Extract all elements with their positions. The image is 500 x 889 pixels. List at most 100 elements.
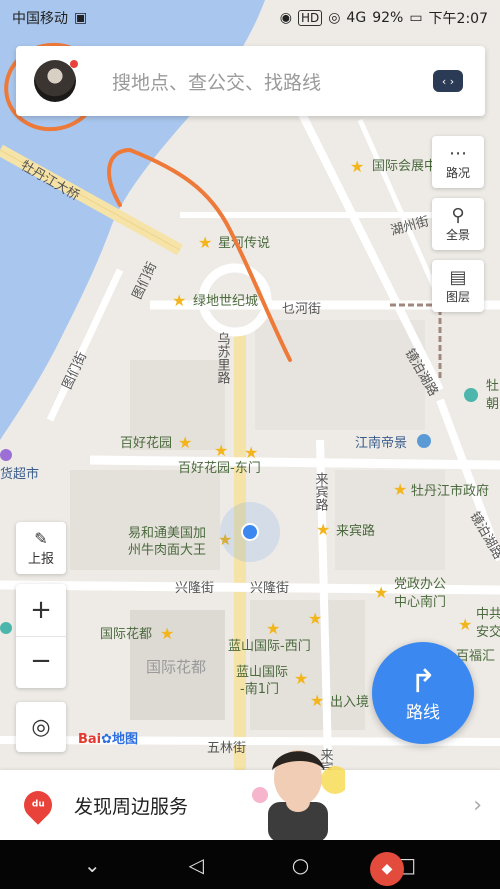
layers-button[interactable]: ▤ 图层 [432, 260, 484, 312]
route-button[interactable]: ↱ 路线 [372, 642, 474, 744]
svg-text:★: ★ [172, 291, 186, 310]
poi-label[interactable]: 蓝山国际 [236, 665, 288, 680]
poi-label[interactable]: 国际花都 [100, 626, 152, 642]
svg-text:★: ★ [458, 615, 472, 634]
banner-person-image [252, 750, 345, 840]
nav-back-icon[interactable]: ◁ [189, 853, 204, 877]
poi-label[interactable]: 江南帝景 [355, 435, 407, 451]
report-button[interactable]: ✎ 上报 [16, 522, 66, 574]
report-tool: ✎ 上报 [16, 522, 66, 574]
poi-label[interactable]: 蓝山国际-西门 [228, 639, 311, 654]
banner-text: 发现周边服务 [74, 795, 189, 818]
layers-icon: ▤ [449, 266, 467, 288]
poi-icon [0, 622, 12, 634]
notification-dot [70, 60, 78, 68]
du-badge: du [31, 800, 45, 811]
battery-percent: 92% [372, 10, 404, 26]
nav-down-icon[interactable]: ⌄ [84, 853, 101, 877]
poi-label[interactable]: 党政办公 [394, 577, 446, 592]
zoom-out-button[interactable]: − [16, 636, 66, 688]
road-label: 乌苏里路 [215, 331, 231, 384]
poi-label[interactable]: 货超市 [0, 466, 39, 482]
du-pin-icon: du [18, 785, 58, 825]
poi-label[interactable]: 易和通美国加 [128, 526, 206, 541]
poi-label[interactable]: 百好花园-东门 [178, 460, 261, 476]
locate-icon: ◎ [31, 714, 51, 740]
carrier-label: 中国移动 [12, 11, 68, 27]
poi-label[interactable]: 国际会展中 [372, 159, 437, 174]
baidu-map-logo: Bai✿地图 [78, 728, 138, 747]
road-label: 镜泊湖路 [467, 509, 500, 562]
poi-label[interactable]: 百好花园 [120, 435, 172, 451]
svg-text:★: ★ [310, 691, 324, 710]
poi-label[interactable]: 安交 [476, 624, 500, 640]
locate-tool: ◎ [16, 702, 66, 752]
svg-text:★: ★ [308, 609, 322, 628]
road-label: 乜河街 [282, 302, 321, 317]
status-bar: 中国移动 ▣ ◉ HD ◎ 4G 92% ▭ 下午2:07 [0, 0, 500, 36]
search-bar[interactable]: 搜地点、查公交、找路线 ‹ › [16, 46, 485, 116]
poi-label[interactable]: 朝 [486, 397, 499, 412]
traffic-label: 路况 [445, 165, 470, 180]
svg-text:★: ★ [160, 624, 174, 643]
svg-text:★: ★ [244, 443, 258, 462]
road-label: 五林街 [207, 741, 246, 756]
signal-label: 4G [346, 10, 367, 26]
locate-button[interactable]: ◎ [16, 702, 66, 752]
traffic-icon: ⋯ [449, 142, 467, 164]
layers-label: 图层 [445, 289, 470, 304]
area-label: 国际花都 [146, 658, 206, 676]
svg-text:★: ★ [316, 520, 330, 539]
paw-icon: ✿ [101, 732, 113, 747]
watermark-icon: ◆ [370, 852, 404, 886]
turn-arrow-icon: ↱ [409, 661, 437, 700]
panorama-button[interactable]: ⚲ 全景 [432, 198, 484, 250]
panorama-label: 全景 [445, 227, 470, 242]
svg-text:★: ★ [294, 669, 308, 688]
edit-icon: ✎ [34, 529, 48, 548]
notification-icon: ▣ [74, 10, 88, 26]
chevron-right-icon[interactable]: › [473, 793, 482, 818]
svg-text:★: ★ [266, 619, 280, 638]
poi-label[interactable]: -南1门 [240, 681, 279, 697]
search-input[interactable]: 搜地点、查公交、找路线 [112, 68, 433, 95]
watermark-logo: ◆ [370, 852, 404, 886]
my-location-marker [241, 523, 259, 541]
poi-label[interactable]: 州牛肉面大王 [128, 543, 206, 558]
nearby-services-banner[interactable]: du 发现周边服务 › [0, 750, 500, 840]
building-icon [417, 434, 431, 448]
poi-label[interactable]: 中共 [476, 607, 500, 622]
svg-text:★: ★ [393, 480, 407, 499]
location-status-icon: ◉ [279, 10, 292, 26]
road-label: 图们街 [60, 350, 90, 392]
zoom-in-button[interactable]: + [30, 584, 52, 636]
poi-label[interactable]: 中心南门 [394, 594, 446, 610]
baidu-brand: Bai [78, 732, 102, 747]
svg-text:★: ★ [214, 441, 228, 460]
road-label: 兴隆街 [250, 581, 289, 596]
baidu-suffix: 地图 [112, 732, 139, 747]
system-nav-bar: ⌄ ◁ ○ □ [0, 840, 500, 889]
poi-label[interactable]: 牡丹江市政府 [411, 483, 489, 499]
battery-icon: ▭ [409, 10, 423, 26]
traffic-button[interactable]: ⋯ 路况 [432, 136, 484, 188]
poi-label[interactable]: 出入境 [330, 695, 369, 710]
route-label: 路线 [406, 702, 440, 723]
eye-icon: ◎ [328, 10, 341, 26]
park-icon [464, 388, 478, 402]
avatar[interactable] [34, 60, 78, 102]
svg-text:★: ★ [374, 583, 388, 602]
poi-label[interactable]: 星河传说 [218, 236, 270, 251]
voice-assistant-icon[interactable]: ‹ › [433, 70, 463, 92]
zoom-controls: + − [16, 584, 66, 688]
road-label: 图们街 [130, 260, 160, 302]
svg-text:★: ★ [178, 433, 192, 452]
nav-home-icon[interactable]: ○ [292, 853, 309, 877]
road-label: 兴隆街 [175, 581, 214, 596]
poi-label[interactable]: 绿地世纪城 [193, 294, 258, 309]
poi-label[interactable]: 牡 [486, 379, 499, 394]
poi-label[interactable]: 来宾路 [336, 523, 375, 539]
zoom-box: + − [16, 584, 66, 688]
panorama-icon: ⚲ [451, 204, 465, 226]
report-label: 上报 [27, 552, 54, 567]
